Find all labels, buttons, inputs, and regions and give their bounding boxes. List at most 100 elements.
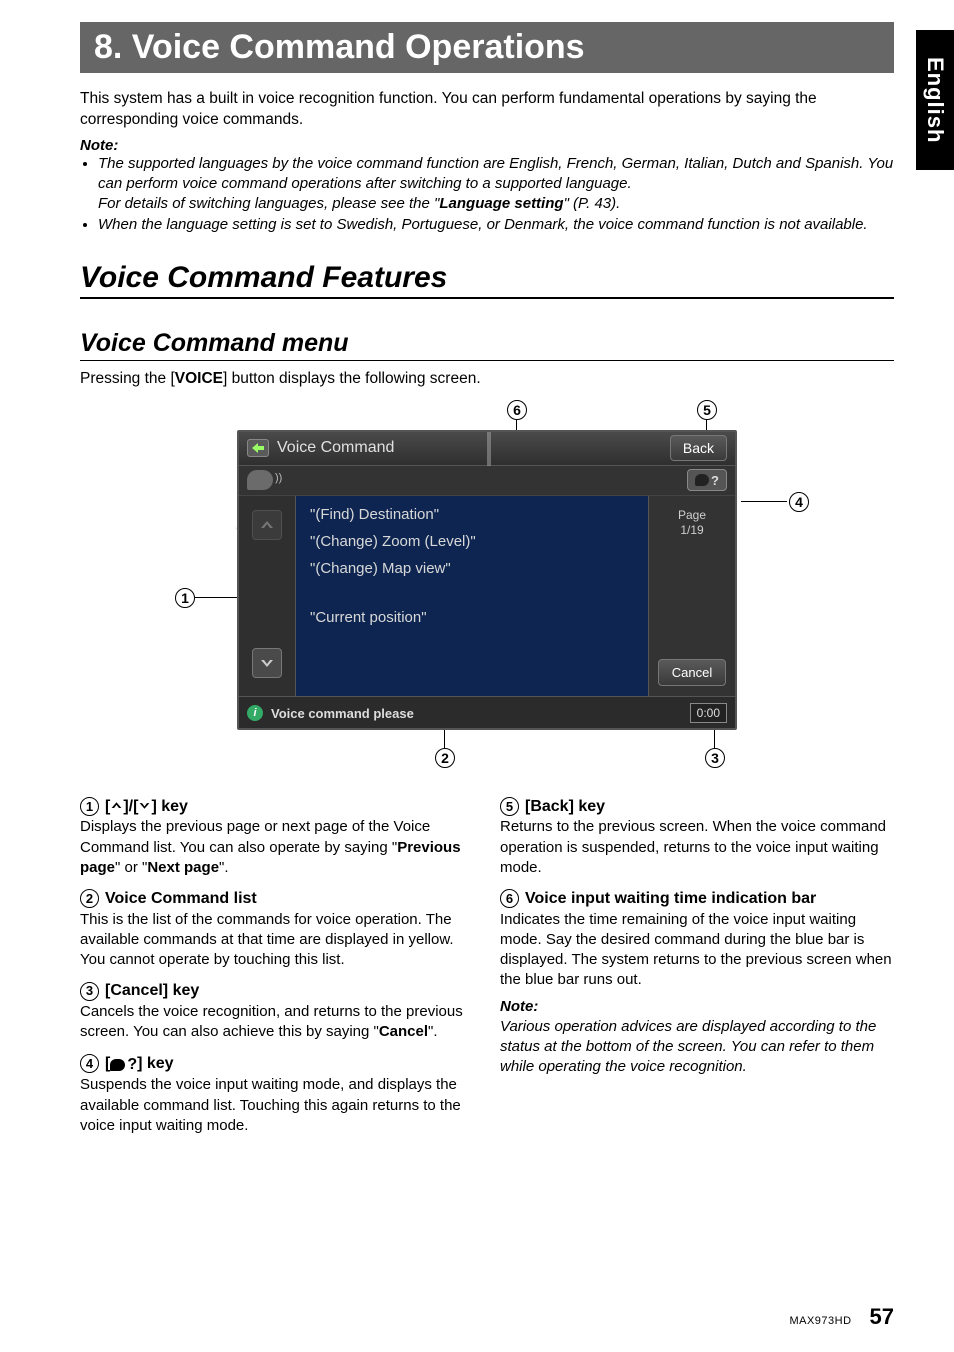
callout-line — [741, 501, 787, 502]
question-mark-icon: ? — [711, 473, 719, 488]
voice-status-row: ? — [239, 466, 735, 496]
subsection-heading: Voice Command menu — [80, 329, 894, 361]
callout-number: 2 — [80, 889, 99, 908]
heading-text: Voice Command list — [105, 888, 257, 910]
text-bold: Cancel — [379, 1023, 428, 1040]
subsection-intro: Pressing the [VOICE] button displays the… — [80, 369, 894, 390]
callout-number: 1 — [80, 797, 99, 816]
text: ] button displays the following screen. — [223, 370, 481, 387]
right-column: 5 [Back] key Returns to the previous scr… — [500, 786, 894, 1136]
callout-number: 5 — [697, 400, 717, 420]
screenshot-figure: 6 5 4 1 2 3 Voice Command Back — [157, 400, 817, 770]
list-item: When the language setting is set to Swed… — [98, 215, 894, 235]
item-3-heading: 3 [Cancel] key — [80, 980, 474, 1002]
heading-text: [Back] key — [525, 796, 605, 818]
page-down-button[interactable] — [252, 648, 282, 678]
chevron-down-icon — [138, 796, 151, 818]
speech-bubble-icon — [247, 470, 273, 490]
back-arrow-icon[interactable] — [247, 439, 269, 457]
heading-text: [Cancel] key — [105, 980, 199, 1002]
callout-2: 2 — [435, 748, 455, 768]
callout-6: 6 — [507, 400, 527, 420]
item-1-heading: 1 []/[] key — [80, 796, 474, 818]
voice-command-list: "(Find) Destination" "(Change) Zoom (Lev… — [295, 496, 649, 696]
list-item: "(Find) Destination" — [310, 506, 634, 523]
list-item: "Current position" — [310, 609, 634, 626]
callout-number: 6 — [507, 400, 527, 420]
text: " or " — [115, 859, 147, 876]
page-number: 57 — [870, 1304, 894, 1330]
item-4-body: Suspends the voice input waiting mode, a… — [80, 1075, 474, 1136]
note-text: " (P. 43). — [564, 195, 621, 212]
help-icon: ? — [110, 1054, 137, 1076]
callout-3: 3 — [705, 748, 725, 768]
chapter-title: 8. Voice Command Operations — [80, 22, 894, 73]
callout-number: 5 — [500, 797, 519, 816]
item-5-heading: 5 [Back] key — [500, 796, 894, 818]
list-item: The supported languages by the voice com… — [98, 154, 894, 215]
list-item: "(Change) Zoom (Level)" — [310, 533, 634, 550]
back-button[interactable]: Back — [670, 435, 727, 461]
voice-command-screenshot: Voice Command Back ? "(Find) Destination… — [237, 430, 737, 730]
note-list: The supported languages by the voice com… — [80, 154, 894, 235]
note-body: Various operation advices are displayed … — [500, 1017, 894, 1078]
time-bar-marker — [487, 432, 491, 466]
text-bold: VOICE — [175, 370, 223, 387]
status-footer: i Voice command please 0:00 — [239, 696, 735, 730]
text: ". — [428, 1023, 438, 1040]
model-number: MAX973HD — [789, 1315, 851, 1327]
callout-4: 4 — [789, 492, 809, 512]
list-item: "(Change) Map view" — [310, 560, 634, 577]
callout-number: 3 — [705, 748, 725, 768]
callout-number: 3 — [80, 982, 99, 1001]
callout-number: 4 — [80, 1054, 99, 1073]
page-arrows — [239, 496, 295, 696]
page-footer: MAX973HD 57 — [789, 1304, 894, 1330]
callout-line — [195, 597, 237, 598]
item-5-body: Returns to the previous screen. When the… — [500, 817, 894, 878]
help-button[interactable]: ? — [687, 469, 727, 491]
item-3-body: Cancels the voice recognition, and retur… — [80, 1002, 474, 1043]
chevron-up-icon — [110, 796, 123, 818]
note-text: When the language setting is set to Swed… — [98, 216, 868, 233]
window-title: Voice Command — [277, 439, 394, 457]
text: ". — [219, 859, 229, 876]
item-2-heading: 2 Voice Command list — [80, 888, 474, 910]
left-column: 1 []/[] key Displays the previous page o… — [80, 786, 474, 1136]
cancel-button[interactable]: Cancel — [658, 659, 726, 686]
item-6-body: Indicates the time remaining of the voic… — [500, 910, 894, 991]
heading-text: []/[] key — [105, 796, 188, 818]
status-message: Voice command please — [271, 706, 414, 721]
item-1-body: Displays the previous page or next page … — [80, 817, 474, 878]
item-6-heading: 6 Voice input waiting time indication ba… — [500, 888, 894, 910]
callout-number: 4 — [789, 492, 809, 512]
item-4-heading: 4 [?] key — [80, 1053, 474, 1076]
note-heading: Note: — [80, 137, 894, 154]
callout-1: 1 — [175, 588, 195, 608]
text-bold: Next page — [147, 859, 219, 876]
side-column: Page 1/19 Cancel — [649, 496, 735, 696]
page-indicator: Page 1/19 — [678, 508, 706, 539]
heading-text: [?] key — [105, 1053, 174, 1076]
callout-number: 2 — [435, 748, 455, 768]
note-bold: Language setting — [439, 195, 563, 212]
heading-text: Voice input waiting time indication bar — [525, 888, 816, 910]
timer-value: 0:00 — [690, 703, 727, 723]
text: Displays the previous page or next page … — [80, 818, 430, 855]
bubble-icon — [695, 474, 709, 486]
text: ] key — [151, 798, 187, 815]
page-indicator-value: 1/19 — [678, 523, 706, 539]
callout-5: 5 — [697, 400, 717, 420]
callout-number: 6 — [500, 889, 519, 908]
text: ] key — [137, 1055, 173, 1072]
text: Pressing the [ — [80, 370, 175, 387]
section-heading: Voice Command Features — [80, 261, 894, 299]
info-icon: i — [247, 705, 263, 721]
page-indicator-label: Page — [678, 508, 706, 524]
page-up-button[interactable] — [252, 510, 282, 540]
note-heading: Note: — [500, 997, 894, 1017]
callout-number: 1 — [175, 588, 195, 608]
item-2-body: This is the list of the commands for voi… — [80, 910, 474, 971]
language-side-tab: English — [916, 30, 954, 170]
intro-paragraph: This system has a built in voice recogni… — [80, 89, 894, 131]
